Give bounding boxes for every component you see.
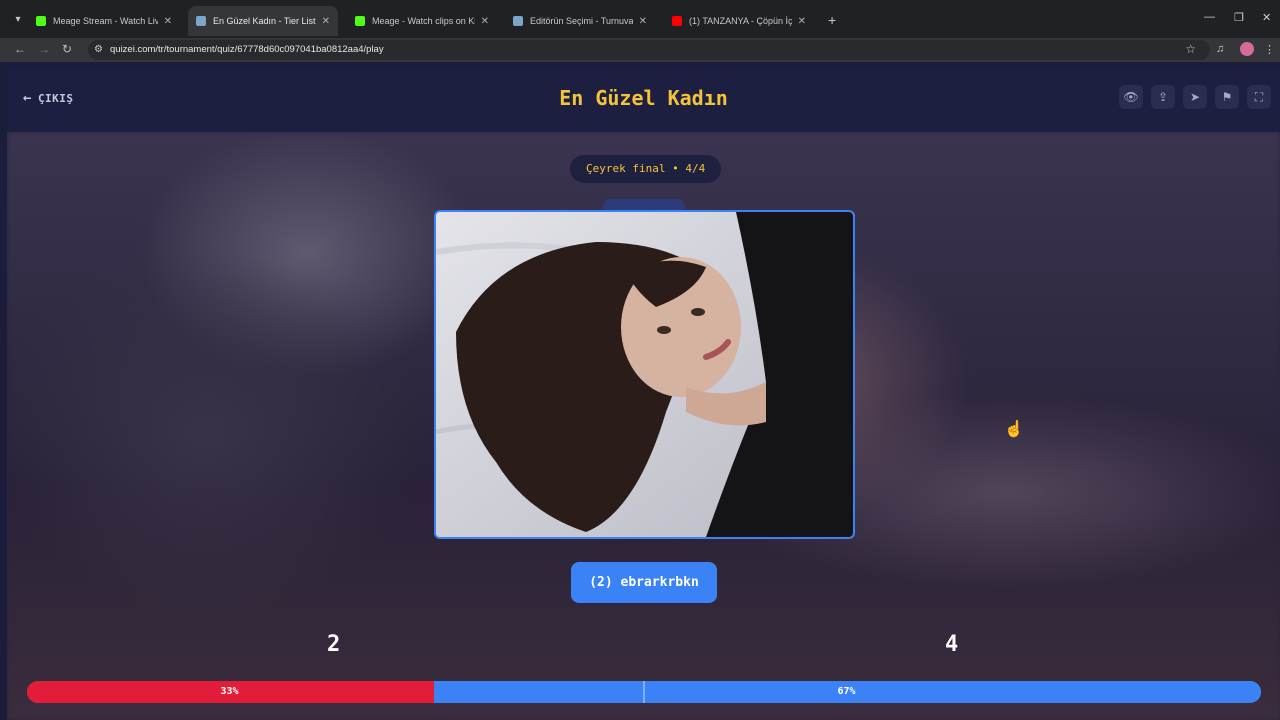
minimize-icon[interactable]: — [1204, 11, 1215, 23]
reload-icon[interactable]: ↻ [62, 42, 72, 56]
browser-menu-icon[interactable]: ⋮ [1264, 43, 1275, 56]
candidate-image-card[interactable] [434, 210, 855, 539]
right-vote-count: 4 [945, 632, 959, 657]
profile-avatar[interactable] [1240, 42, 1254, 56]
tab-title: (1) TANZANYA - Çöpün İçinde S [689, 16, 792, 26]
eye-icon[interactable]: 👁 [1119, 85, 1143, 109]
hand-cursor-icon: ☝ [1004, 421, 1024, 438]
tab-title: Editörün Seçimi - Turnuva - Qu [530, 16, 633, 26]
tab-favicon-icon [196, 16, 206, 26]
right-percent-label: 67% [837, 686, 856, 697]
browser-tab[interactable]: Meage - Watch clips on Kick ✕ [347, 8, 497, 34]
browser-tab[interactable]: Meage Stream - Watch Live on ✕ [28, 8, 180, 34]
tab-title: Meage - Watch clips on Kick [372, 16, 475, 26]
quiz-page: ← ÇIKIŞ En Güzel Kadın 👁 ⇪ ➤ ⚑ ⛶ Çeyrek … [7, 66, 1280, 720]
candidate-photo [436, 212, 853, 537]
candidate-name-button[interactable]: (2) ebrarkrbkn [571, 562, 717, 603]
quiz-header: ← ÇIKIŞ En Güzel Kadın 👁 ⇪ ➤ ⚑ ⛶ [7, 66, 1280, 132]
restore-icon[interactable]: ❐ [1234, 11, 1244, 24]
site-info-icon[interactable]: ⚙ [94, 44, 103, 55]
send-icon[interactable]: ➤ [1183, 85, 1207, 109]
tab-close-icon[interactable]: ✕ [322, 16, 330, 27]
tab-favicon-icon [355, 16, 365, 26]
tab-close-icon[interactable]: ✕ [481, 16, 489, 27]
tab-favicon-icon [36, 16, 46, 26]
tab-favicon-icon [672, 16, 682, 26]
new-tab-button[interactable]: + [828, 12, 836, 28]
quiz-title: En Güzel Kadın [559, 86, 728, 110]
left-percent-label: 33% [220, 686, 239, 697]
url-text: quizei.com/tr/tournament/quiz/67778d60c0… [110, 44, 384, 55]
left-vote-count: 2 [327, 632, 341, 657]
address-bar[interactable]: ⚙ quizei.com/tr/tournament/quiz/67778d60… [88, 40, 1210, 60]
close-window-icon[interactable]: ✕ [1262, 11, 1271, 24]
fullscreen-icon[interactable]: ⛶ [1247, 85, 1271, 109]
tab-favicon-icon [513, 16, 523, 26]
browser-tab[interactable]: (1) TANZANYA - Çöpün İçinde S ✕ [664, 8, 814, 34]
bookmark-star-icon[interactable]: ☆ [1185, 42, 1196, 56]
back-nav-icon[interactable]: ← [14, 42, 26, 56]
forward-nav-icon[interactable]: → [38, 42, 50, 56]
tab-close-icon[interactable]: ✕ [798, 16, 806, 27]
tab-search-button[interactable]: ▾ [10, 12, 26, 28]
vote-progress-bar: 33% 67% [27, 681, 1261, 703]
bar-divider [643, 681, 645, 703]
tab-close-icon[interactable]: ✕ [164, 16, 172, 27]
tab-close-icon[interactable]: ✕ [639, 16, 647, 27]
tab-title: Meage Stream - Watch Live on [53, 16, 158, 26]
tab-title: En Güzel Kadın - Tier List, Kör S [213, 16, 316, 26]
flag-icon[interactable]: ⚑ [1215, 85, 1239, 109]
round-badge: Çeyrek final • 4/4 [570, 155, 722, 183]
browser-tab[interactable]: Editörün Seçimi - Turnuva - Qu ✕ [505, 8, 655, 34]
browser-tab[interactable]: En Güzel Kadın - Tier List, Kör S ✕ [188, 6, 338, 36]
share-icon[interactable]: ⇪ [1151, 85, 1175, 109]
media-controls-icon[interactable]: ♫ [1216, 43, 1224, 55]
